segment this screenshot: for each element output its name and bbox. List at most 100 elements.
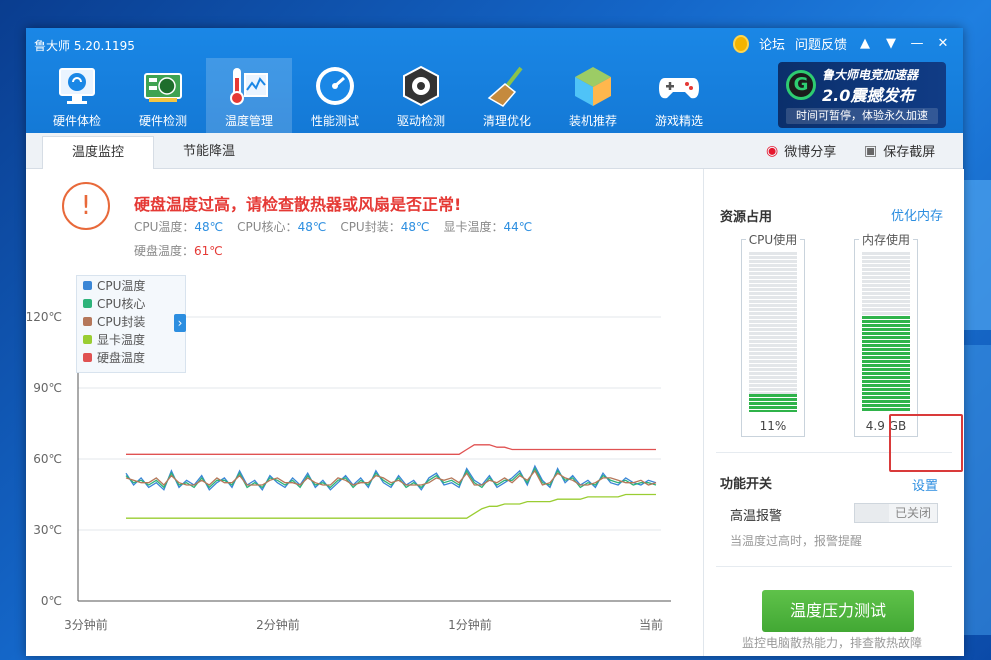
series-line [125, 464, 657, 491]
save-screenshot-label: 保存截屏 [883, 145, 936, 160]
legend-item[interactable]: CPU封装 [77, 312, 185, 330]
cpu-usage-gauge: CPU使用 11% [741, 233, 805, 437]
tab-bar: 温度监控 节能降温 ◉ 微博分享 ▣ 保存截屏 [26, 133, 963, 169]
legend-item[interactable]: CPU核心 [77, 294, 185, 312]
cpu-usage-bars [749, 252, 797, 412]
weibo-share-button[interactable]: ◉ 微博分享 [766, 133, 836, 168]
legend-swatch [83, 352, 92, 362]
legend-label: CPU核心 [97, 296, 146, 311]
graphics-card-icon [144, 73, 182, 102]
high-temp-alarm-label: 高温报警 [730, 509, 783, 524]
app-window: 鲁大师 5.20.1195 论坛 问题反馈 ▲ ▼ — ✕ 硬件体检 硬件检测 … [26, 28, 964, 656]
chart-legend: CPU温度 CPU核心 CPU封装 显卡温度 硬盘温度 [76, 275, 186, 373]
toggle-state: 已关闭 [894, 506, 931, 520]
nav-performance[interactable]: 性能测试 [292, 58, 378, 133]
nav-label: 性能测试 [310, 114, 359, 128]
accelerator-promo-banner[interactable]: G 鲁大师电竞加速器 2.0震撼发布 时间可暂停，体验永久加速 [778, 62, 946, 128]
legend-label: CPU封装 [97, 314, 146, 329]
nav-label: 硬件体检 [52, 114, 101, 128]
x-tick-label: 2分钟前 [256, 617, 300, 632]
toggle-knob [855, 504, 889, 522]
series-line [125, 469, 657, 486]
tab-temperature-monitor[interactable]: 温度监控 [42, 136, 154, 169]
nav-cleanup[interactable]: 清理优化 [464, 58, 550, 133]
nav-driver[interactable]: 驱动检测 [378, 58, 464, 133]
series-line [126, 444, 656, 455]
function-switch-title: 功能开关 [720, 477, 773, 492]
x-tick-label: 当前 [639, 617, 663, 632]
nav-hardware-detect[interactable]: 硬件检测 [120, 58, 206, 133]
app-title: 鲁大师 5.20.1195 [34, 39, 135, 53]
temperature-chart: 120℃ 90℃ 60℃ 30℃ 0℃3分钟前 2分钟前 1分钟前 当前 [26, 277, 671, 632]
legend-item[interactable]: 显卡温度 [77, 330, 185, 348]
series-line [126, 493, 656, 519]
gamepad-icon [659, 78, 699, 99]
nav-hardware-checkup[interactable]: 硬件体检 [34, 58, 120, 133]
y-tick-label: 120℃ [26, 310, 62, 324]
nav-label: 温度管理 [224, 114, 273, 128]
x-tick-label: 3分钟前 [64, 617, 108, 632]
memory-usage-fill [862, 316, 910, 412]
x-tick-label: 1分钟前 [448, 617, 492, 632]
memory-usage-bars [862, 252, 910, 412]
memory-usage-gauge: 内存使用 4.9 GB [854, 233, 918, 437]
nav-label: 驱动检测 [396, 114, 445, 128]
legend-swatch [83, 280, 92, 290]
y-tick-label: 0℃ [41, 594, 62, 608]
nav-label: 硬件检测 [138, 114, 187, 128]
nav-temperature[interactable]: 温度管理 [206, 58, 292, 133]
y-tick-label: 60℃ [33, 452, 62, 466]
y-tick-label: 90℃ [33, 381, 62, 395]
weibo-icon: ◉ [766, 142, 779, 159]
medal-icon[interactable] [732, 34, 749, 53]
y-tick-label: 30℃ [33, 523, 62, 537]
main-nav: 硬件体检 硬件检测 温度管理 性能测试 驱动检测 清理优化 装机推荐 游戏精选 [34, 58, 722, 133]
optimize-memory-link[interactable]: 优化内存 [891, 205, 943, 224]
stress-test-hint: 监控电脑散热能力，排查散热故障 [742, 636, 923, 650]
legend-label: CPU温度 [97, 278, 146, 293]
temperature-monitor-panel: ! 硬盘温度过高，请检查散热器或风扇是否正常! CPU温度：48℃ CPU核心：4… [26, 169, 702, 656]
legend-swatch [83, 334, 92, 344]
camera-icon: ▣ [864, 142, 878, 159]
legend-swatch [83, 298, 92, 308]
nav-games[interactable]: 游戏精选 [636, 58, 722, 133]
cube-icon [575, 67, 611, 106]
promo-line-2: 2.0震撼发布 [822, 86, 915, 105]
nav-label: 装机推荐 [568, 114, 617, 128]
minimize-icon[interactable]: — [909, 36, 925, 52]
nav-label: 游戏精选 [654, 114, 703, 128]
promo-line-1: 鲁大师电竞加速器 [822, 68, 919, 82]
tab-energy-saving[interactable]: 节能降温 [154, 136, 264, 168]
title-bar: 鲁大师 5.20.1195 论坛 问题反馈 ▲ ▼ — ✕ 硬件体检 硬件检测 … [26, 28, 963, 133]
promo-line-3: 时间可暂停，体验永久加速 [786, 108, 938, 124]
alarm-hint: 当温度过高时，报警提醒 [730, 534, 863, 548]
feedback-link[interactable]: 问题反馈 [795, 34, 847, 53]
settings-highlight [889, 414, 963, 472]
cpu-usage-fill [749, 394, 797, 412]
save-screenshot-button[interactable]: ▣ 保存截屏 [864, 133, 935, 168]
legend-item[interactable]: CPU温度 [77, 276, 185, 294]
nav-recommend[interactable]: 装机推荐 [550, 58, 636, 133]
legend-collapse-icon[interactable]: › [174, 314, 186, 332]
skin-icon[interactable]: ▲ [857, 36, 873, 52]
legend-item[interactable]: 硬盘温度 [77, 348, 185, 366]
title-bar-actions: 论坛 问题反馈 ▲ ▼ — ✕ [732, 34, 951, 53]
side-panel: 资源占用 优化内存 CPU使用 11% 内存使用 4.9 GB 功能开关 设置 … [703, 169, 964, 656]
gear-box-icon [403, 65, 439, 107]
legend-swatch [83, 316, 92, 326]
menu-icon[interactable]: ▼ [883, 36, 899, 52]
forum-link[interactable]: 论坛 [759, 34, 785, 53]
resources-title: 资源占用 [720, 210, 773, 225]
nav-label: 清理优化 [482, 114, 531, 128]
series-line [125, 467, 657, 489]
monitor-icon [59, 68, 95, 104]
accelerator-logo-icon: G [786, 70, 816, 100]
high-temp-alarm-toggle[interactable]: 已关闭 [854, 503, 938, 523]
cpu-usage-value: 11% [759, 419, 787, 433]
close-icon[interactable]: ✕ [935, 36, 951, 52]
cpu-usage-label: CPU使用 [745, 233, 801, 247]
stress-test-button[interactable]: 温度压力测试 [762, 590, 914, 632]
weibo-share-label: 微博分享 [784, 145, 837, 160]
settings-link[interactable]: 设置 [912, 475, 938, 494]
speedometer-icon [316, 67, 354, 105]
